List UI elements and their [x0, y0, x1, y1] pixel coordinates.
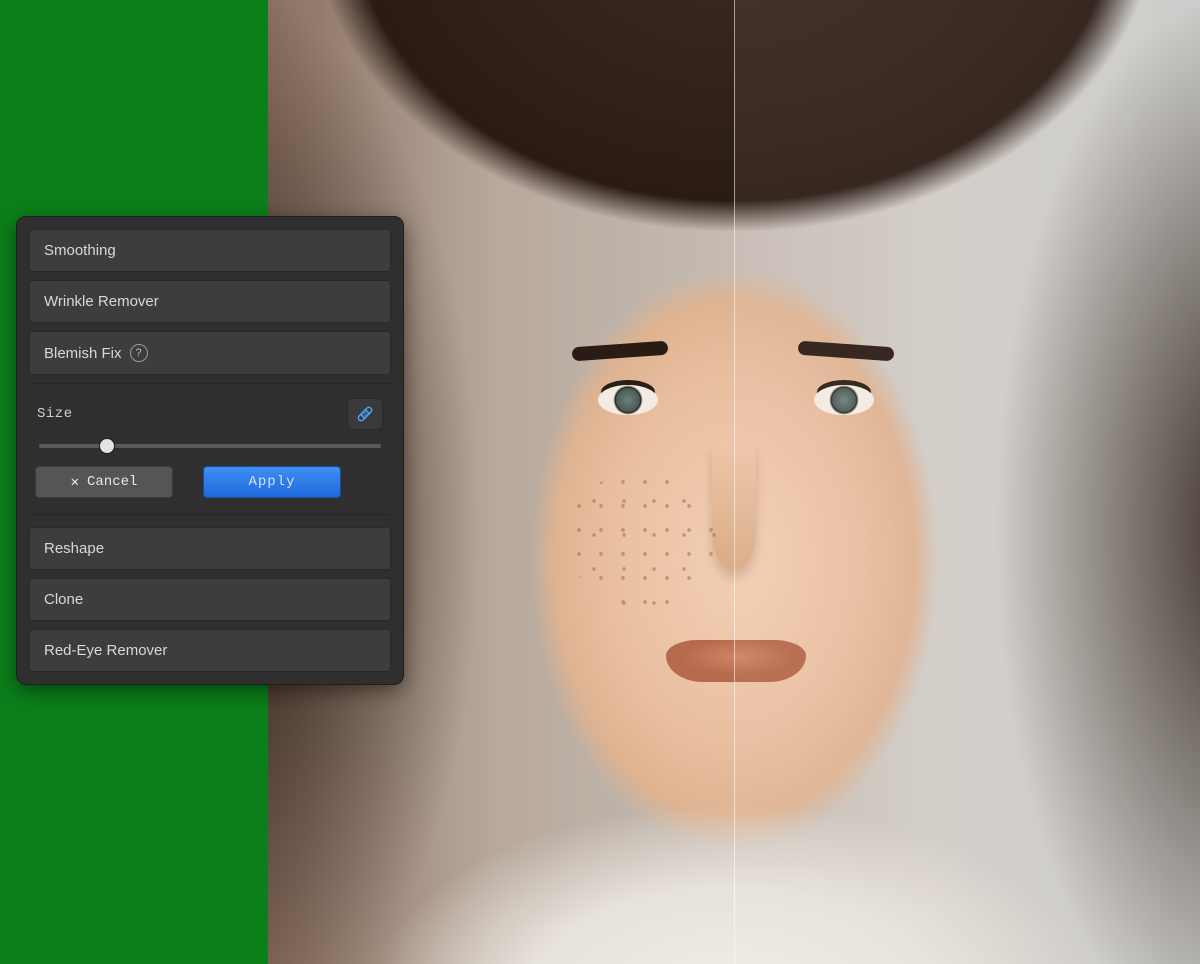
tool-label: Reshape: [44, 540, 104, 557]
blemish-fix-controls: Size ✕: [29, 383, 391, 515]
face-feature: [598, 385, 658, 415]
tool-red-eye-remover[interactable]: Red-Eye Remover: [29, 629, 391, 672]
help-icon[interactable]: ?: [130, 344, 148, 362]
tool-label: Blemish Fix: [44, 345, 122, 362]
bandage-tool-button[interactable]: [347, 398, 383, 430]
tool-label: Wrinkle Remover: [44, 293, 159, 310]
close-icon: ✕: [71, 474, 79, 491]
cancel-label: Cancel: [87, 474, 137, 490]
after-overlay: [734, 0, 1200, 964]
apply-button[interactable]: Apply: [203, 466, 341, 498]
bandage-icon: [354, 403, 376, 425]
tool-label: Red-Eye Remover: [44, 642, 167, 659]
image-canvas[interactable]: [268, 0, 1200, 964]
size-slider[interactable]: [39, 444, 381, 448]
tool-reshape[interactable]: Reshape: [29, 527, 391, 570]
cancel-button[interactable]: ✕ Cancel: [35, 466, 173, 498]
before-after-divider[interactable]: [734, 0, 735, 964]
tool-smoothing[interactable]: Smoothing: [29, 229, 391, 272]
retouch-tools-panel: Smoothing Wrinkle Remover Blemish Fix ? …: [16, 216, 404, 685]
tool-blemish-fix[interactable]: Blemish Fix ?: [29, 331, 391, 375]
size-slider-thumb[interactable]: [100, 439, 114, 453]
tool-label: Clone: [44, 591, 83, 608]
size-label: Size: [37, 406, 73, 422]
face-feature: [568, 470, 718, 610]
tool-wrinkle-remover[interactable]: Wrinkle Remover: [29, 280, 391, 323]
tool-label: Smoothing: [44, 242, 116, 259]
tool-clone[interactable]: Clone: [29, 578, 391, 621]
face-feature: [572, 341, 669, 362]
apply-label: Apply: [248, 474, 295, 490]
